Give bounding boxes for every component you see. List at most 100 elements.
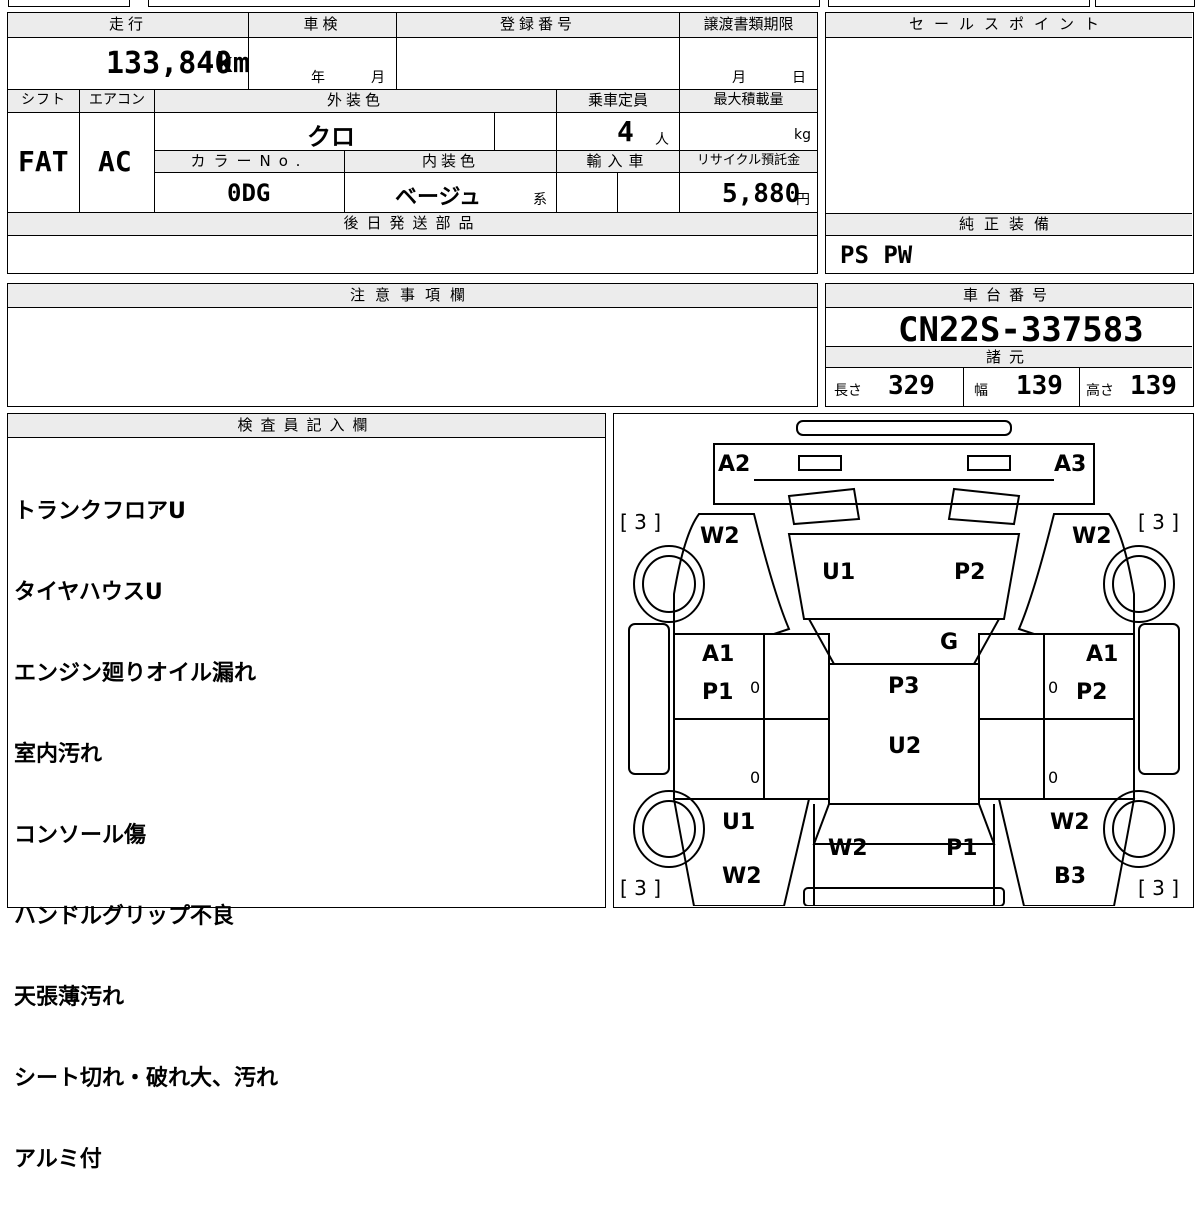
width-label: 幅 [974, 383, 988, 399]
inspector-line: 天張薄汚れ [14, 985, 125, 1010]
notes-header: 注意事項欄 [8, 284, 817, 308]
recycle-header: リサイクル預託金 [680, 151, 817, 173]
inspector-line: シート切れ・破れ大、汚れ [14, 1066, 279, 1091]
mark-U1-hood: U1 [822, 560, 856, 585]
mark-P2-hood: P2 [954, 560, 986, 585]
length-cell: 長さ 329 [826, 368, 964, 406]
mileage-header: 走行 [8, 13, 249, 38]
color-cell: クロ [155, 113, 495, 151]
interior-header: 内装色 [345, 151, 557, 173]
mark-zero: 0 [1048, 768, 1059, 787]
year-unit: 年 [311, 70, 325, 86]
import-header: 輸入車 [557, 151, 680, 173]
color-header: 外装色 [155, 90, 557, 113]
interior-cell: ベージュ 系 [345, 173, 557, 213]
mark-P2-right: P2 [1076, 680, 1108, 705]
mark-A1-right: A1 [1086, 642, 1119, 667]
shift-header: シフト [8, 90, 80, 113]
chassis-header: 車台番号 [826, 284, 1192, 308]
inspector-line: コンソール傷 [14, 823, 147, 848]
month-unit: 月 [371, 70, 385, 86]
recycle-unit: 円 [796, 192, 810, 208]
vehicle-info-box: 走行 車検 登録番号 譲渡書類期限 133,840 km 年 月 月 日 シフト… [7, 12, 818, 274]
mark-A3: A3 [1054, 452, 1087, 477]
capacity-value: 4 [617, 115, 634, 148]
width-value: 139 [1016, 371, 1063, 401]
capacity-cell: 4 人 [557, 113, 680, 151]
inspector-line: アルミ付 [14, 1147, 102, 1172]
height-cell: 高さ 139 [1080, 368, 1192, 406]
inspector-line: トランクフロアU [14, 499, 186, 524]
mark-zero: 0 [750, 678, 761, 697]
mark-P3: P3 [888, 674, 920, 699]
transfer-day: 日 [792, 70, 806, 86]
mileage-unit: km [216, 46, 250, 79]
ac-header: エアコン [80, 90, 155, 113]
height-value: 139 [1130, 371, 1177, 401]
load-header: 最大積載量 [680, 90, 817, 113]
registration-header: 登録番号 [397, 13, 680, 38]
tire-front-left: [ 3 ] [620, 510, 662, 534]
sales-point-box: セールスポイント 純正装備 PS PW [825, 12, 1194, 274]
spec-header: 諸元 [826, 346, 1192, 368]
ac-value: AC [98, 145, 132, 178]
ac-cell: AC [80, 113, 155, 213]
mark-P1-left: P1 [702, 680, 734, 705]
inspector-header: 検査員記入欄 [8, 414, 605, 438]
mark-U1-rear-left: U1 [722, 810, 756, 835]
top-strip [0, 0, 1200, 7]
capacity-header: 乗車定員 [557, 90, 680, 113]
mileage-value: 133,840 [106, 46, 233, 81]
width-cell: 幅 139 [964, 368, 1080, 406]
mileage-cell: 133,840 km [8, 38, 250, 90]
shift-value: FAT [18, 145, 69, 178]
length-value: 329 [888, 371, 935, 401]
shaken-header: 車検 [249, 13, 397, 38]
transfer-header: 譲渡書類期限 [680, 13, 817, 38]
mark-W2-fr: W2 [1072, 524, 1112, 549]
later-parts-header: 後日発送部品 [8, 213, 817, 236]
capacity-unit: 人 [655, 132, 669, 148]
equipment-value: PS PW [840, 241, 913, 269]
chassis-number: CN22S-337583 [898, 310, 1144, 350]
colorno-header: カラーNo. [155, 151, 345, 173]
import-cell-a [557, 173, 618, 213]
transfer-cell: 月 日 [680, 38, 817, 90]
inspector-line: タイヤハウスU [14, 580, 163, 605]
colorno-cell: 0DG [155, 173, 345, 213]
height-label: 高さ [1086, 383, 1114, 399]
mark-A1-left: A1 [702, 642, 735, 667]
import-cell-b [618, 173, 680, 213]
shift-cell: FAT [8, 113, 80, 213]
recycle-value: 5,880 [722, 179, 801, 209]
mark-zero: 0 [750, 768, 761, 787]
colorno-value: 0DG [227, 179, 271, 207]
load-unit: kg [794, 127, 811, 143]
interior-suffix: 系 [533, 192, 547, 208]
mark-P1-trunk: P1 [946, 836, 978, 861]
inspector-box: 検査員記入欄 トランクフロアU タイヤハウスU エンジン廻りオイル漏れ 室内汚れ… [7, 413, 606, 1172]
mark-zero: 0 [1048, 678, 1059, 697]
tire-rear-right: [ 3 ] [1138, 876, 1180, 900]
mark-G: G [940, 630, 959, 655]
inspector-line: ハンドルグリップ不良 [14, 904, 235, 929]
mark-B3: B3 [1054, 864, 1087, 889]
mark-A2: A2 [718, 452, 751, 477]
inspector-line: 室内汚れ [14, 742, 103, 767]
mark-U2: U2 [888, 734, 922, 759]
mark-W2-fl: W2 [700, 524, 740, 549]
mark-W2-rear-right: W2 [1050, 810, 1090, 835]
interior-value: ベージュ [395, 185, 482, 210]
car-diagram-box: A2 A3 [ 3 ] [ 3 ] W2 W2 U1 P2 G A1 A1 P1… [613, 413, 1194, 908]
mark-W2-rear-left: W2 [722, 864, 762, 889]
registration-cell [397, 38, 680, 90]
tire-front-right: [ 3 ] [1138, 510, 1180, 534]
transfer-month: 月 [732, 70, 746, 86]
recycle-cell: 5,880 円 [680, 173, 817, 213]
chassis-box: 車台番号 CN22S-337583 諸元 長さ 329 幅 139 高さ 139 [825, 283, 1194, 407]
inspector-notes: トランクフロアU タイヤハウスU エンジン廻りオイル漏れ 室内汚れ コンソール傷… [14, 444, 278, 1227]
length-label: 長さ [834, 383, 862, 399]
equipment-header: 純正装備 [826, 213, 1192, 236]
tire-rear-left: [ 3 ] [620, 876, 662, 900]
sales-point-header: セールスポイント [826, 13, 1192, 38]
